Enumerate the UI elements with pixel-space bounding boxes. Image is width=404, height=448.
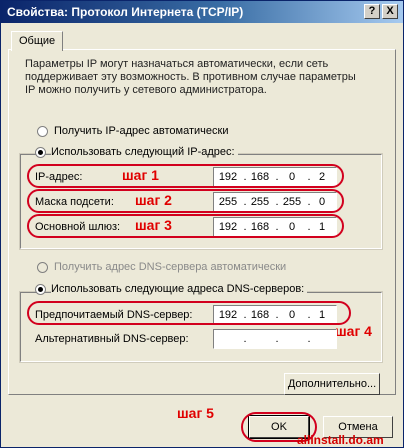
octet-separator: . — [275, 333, 279, 345]
watermark-text: allinstall.do.am — [297, 433, 384, 447]
octet-separator: . — [243, 333, 247, 345]
radio-dns-auto[interactable] — [37, 262, 48, 273]
annotation-step-1: шаг 1 — [122, 167, 159, 183]
radio-ip-auto-label: Получить IP-адрес автоматически — [54, 125, 229, 137]
close-button[interactable]: X — [382, 4, 398, 19]
title-bar[interactable]: Свойства: Протокол Интернета (TCP/IP) ? … — [1, 1, 403, 23]
annotation-step-3: шаг 3 — [135, 217, 172, 233]
radio-ip-manual[interactable] — [35, 147, 46, 158]
radio-dns-auto-label: Получить адрес DNS-сервера автоматически — [54, 261, 287, 273]
annotation-oval-step-1 — [27, 164, 344, 188]
annotation-step-2: шаг 2 — [135, 192, 172, 208]
radio-ip-auto[interactable] — [37, 126, 48, 137]
annotation-oval-step-2 — [27, 189, 344, 213]
window-title: Свойства: Протокол Интернета (TCP/IP) — [7, 5, 244, 19]
annotation-oval-step-3 — [27, 214, 344, 238]
tcpip-properties-window: Свойства: Протокол Интернета (TCP/IP) ? … — [0, 0, 404, 448]
radio-dns-manual[interactable] — [35, 284, 46, 295]
description-text: Параметры IP могут назначаться автоматич… — [25, 58, 356, 96]
octet-separator: . — [307, 333, 311, 345]
radio-dns-manual-label: Использовать следующие адреса DNS-сервер… — [51, 283, 308, 295]
alternate-dns-label: Альтернативный DNS-сервер: — [35, 333, 189, 345]
alternate-dns-field[interactable]: . . . — [213, 329, 337, 349]
annotation-step-4: шаг 4 — [335, 323, 372, 339]
tab-general[interactable]: Общие — [11, 31, 63, 51]
help-button[interactable]: ? — [364, 4, 380, 19]
annotation-oval-step-4 — [27, 301, 351, 325]
advanced-button[interactable]: Дополнительно... — [284, 373, 380, 395]
tab-general-label: Общие — [19, 35, 56, 47]
radio-ip-manual-label: Использовать следующий IP-адрес: — [51, 146, 238, 158]
annotation-step-5: шаг 5 — [177, 405, 214, 421]
